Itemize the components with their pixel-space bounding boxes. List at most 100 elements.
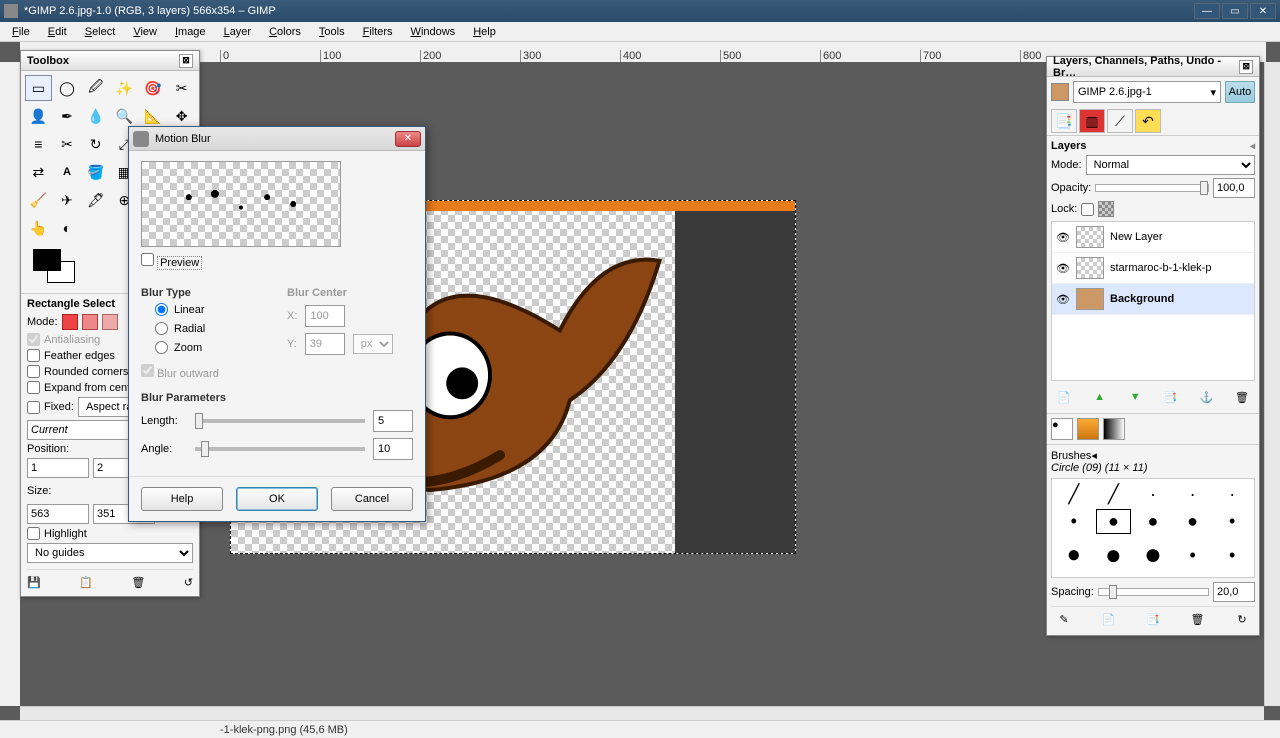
brush-preset-icon[interactable]: ● bbox=[1051, 418, 1073, 440]
foreground-select-tool[interactable]: 👤 bbox=[25, 103, 52, 129]
brushes-menu-icon[interactable]: ◂ bbox=[1091, 450, 1097, 462]
layer-row[interactable]: 👁 Background bbox=[1052, 284, 1254, 315]
maximize-button[interactable]: ▭ bbox=[1222, 3, 1248, 19]
rect-select-tool[interactable]: ▭ bbox=[25, 75, 52, 101]
image-selector[interactable]: GIMP 2.6.jpg-1▾ bbox=[1073, 81, 1221, 103]
ink-tool[interactable]: 🖋 bbox=[82, 187, 109, 213]
lasso-tool[interactable]: 🖉 bbox=[82, 75, 109, 101]
brush-item[interactable]: ╱ bbox=[1056, 483, 1092, 505]
edit-brush-icon[interactable]: ✎ bbox=[1054, 610, 1074, 628]
opacity-slider[interactable] bbox=[1095, 184, 1209, 192]
highlight-checkbox[interactable] bbox=[27, 527, 40, 540]
menu-view[interactable]: View bbox=[125, 24, 165, 40]
color-picker-tool[interactable]: 💧 bbox=[82, 103, 109, 129]
duplicate-layer-icon[interactable]: 📑 bbox=[1161, 388, 1181, 406]
tab-channels[interactable]: ▥ bbox=[1079, 109, 1105, 133]
new-brush-icon[interactable]: 📄 bbox=[1099, 610, 1119, 628]
gradient-preset-icon[interactable] bbox=[1103, 418, 1125, 440]
angle-input[interactable]: 10 bbox=[373, 438, 413, 460]
tab-paths[interactable]: ⟋ bbox=[1107, 109, 1133, 133]
layer-name[interactable]: starmaroc-b-1-klek-p bbox=[1110, 262, 1211, 274]
foreground-color[interactable] bbox=[33, 249, 61, 271]
menu-layer[interactable]: Layer bbox=[216, 24, 260, 40]
menu-file[interactable]: File bbox=[4, 24, 38, 40]
scissors-tool[interactable]: ✂ bbox=[168, 75, 195, 101]
brush-item[interactable]: · bbox=[1135, 483, 1171, 505]
opacity-value[interactable]: 100,0 bbox=[1213, 178, 1255, 198]
auto-button[interactable]: Auto bbox=[1225, 81, 1255, 103]
horizontal-scrollbar[interactable] bbox=[20, 706, 1264, 720]
size-w-input[interactable]: 563 bbox=[27, 504, 89, 524]
new-layer-icon[interactable]: 📄 bbox=[1054, 388, 1074, 406]
anchor-layer-icon[interactable]: ⚓ bbox=[1196, 388, 1216, 406]
menu-edit[interactable]: Edit bbox=[40, 24, 75, 40]
guides-select[interactable]: No guides bbox=[27, 543, 193, 563]
mode-add-icon[interactable] bbox=[82, 314, 98, 330]
mode-replace-icon[interactable] bbox=[62, 314, 78, 330]
fuzzy-select-tool[interactable]: ✨ bbox=[111, 75, 138, 101]
brush-item[interactable]: · bbox=[1214, 483, 1250, 505]
brush-item[interactable]: ● bbox=[1096, 509, 1132, 533]
menu-filters[interactable]: Filters bbox=[355, 24, 401, 40]
reset-options-icon[interactable]: ↺ bbox=[184, 576, 193, 589]
spacing-value[interactable]: 20,0 bbox=[1213, 582, 1255, 602]
zoom-radio-label[interactable]: Zoom bbox=[155, 341, 267, 354]
visibility-icon[interactable]: 👁 bbox=[1056, 293, 1070, 306]
lock-alpha-checkbox[interactable] bbox=[1081, 203, 1094, 216]
lower-layer-icon[interactable]: ▼ bbox=[1125, 388, 1145, 406]
delete-options-icon[interactable]: 🗑 bbox=[131, 576, 145, 589]
brush-item[interactable]: • bbox=[1214, 509, 1250, 533]
brush-item[interactable]: ● bbox=[1096, 538, 1132, 573]
text-tool[interactable]: A bbox=[54, 159, 81, 185]
rotate-tool[interactable]: ↻ bbox=[82, 131, 109, 157]
length-slider[interactable] bbox=[195, 419, 365, 423]
angle-slider[interactable] bbox=[195, 447, 365, 451]
brush-item[interactable]: • bbox=[1175, 538, 1211, 573]
spacing-slider[interactable] bbox=[1098, 588, 1209, 596]
menu-tools[interactable]: Tools bbox=[311, 24, 353, 40]
menu-select[interactable]: Select bbox=[77, 24, 124, 40]
brush-item[interactable]: ● bbox=[1175, 509, 1211, 533]
fixed-checkbox[interactable] bbox=[27, 401, 40, 414]
toolbox-close-icon[interactable]: ⊠ bbox=[179, 54, 193, 68]
layers-menu-icon[interactable]: ◂ bbox=[1250, 141, 1255, 152]
delete-brush-icon[interactable]: 🗑 bbox=[1188, 610, 1208, 628]
ellipse-select-tool[interactable]: ◯ bbox=[54, 75, 81, 101]
flip-tool[interactable]: ⇄ bbox=[25, 159, 52, 185]
menu-image[interactable]: Image bbox=[167, 24, 214, 40]
brush-item[interactable]: • bbox=[1056, 509, 1092, 533]
airbrush-tool[interactable]: ✈ bbox=[54, 187, 81, 213]
smudge-tool[interactable]: 👆 bbox=[25, 215, 52, 241]
close-button[interactable]: ✕ bbox=[1250, 3, 1276, 19]
zoom-radio[interactable] bbox=[155, 341, 168, 354]
crop-tool[interactable]: ✂ bbox=[54, 131, 81, 157]
layer-row[interactable]: 👁 New Layer bbox=[1052, 222, 1254, 253]
brush-item[interactable]: ● bbox=[1056, 538, 1092, 573]
delete-layer-icon[interactable]: 🗑 bbox=[1232, 388, 1252, 406]
color-select-tool[interactable]: 🎯 bbox=[140, 75, 167, 101]
menu-help[interactable]: Help bbox=[465, 24, 504, 40]
layer-row[interactable]: 👁 starmaroc-b-1-klek-p bbox=[1052, 253, 1254, 284]
mode-subtract-icon[interactable] bbox=[102, 314, 118, 330]
visibility-icon[interactable]: 👁 bbox=[1056, 262, 1070, 275]
pos-x-input[interactable]: 1 bbox=[27, 458, 89, 478]
linear-radio[interactable] bbox=[155, 303, 168, 316]
vertical-scrollbar[interactable] bbox=[1264, 62, 1280, 706]
expand-checkbox[interactable] bbox=[27, 381, 40, 394]
cancel-button[interactable]: Cancel bbox=[331, 487, 413, 511]
menu-windows[interactable]: Windows bbox=[403, 24, 464, 40]
refresh-brush-icon[interactable]: ↻ bbox=[1232, 610, 1252, 628]
raise-layer-icon[interactable]: ▲ bbox=[1090, 388, 1110, 406]
brush-item[interactable]: · bbox=[1175, 483, 1211, 505]
pattern-preset-icon[interactable] bbox=[1077, 418, 1099, 440]
eraser-tool[interactable]: 🧹 bbox=[25, 187, 52, 213]
tab-undo[interactable]: ↶ bbox=[1135, 109, 1161, 133]
align-tool[interactable]: ≡ bbox=[25, 131, 52, 157]
preview-checkbox-label[interactable]: Preview bbox=[141, 257, 202, 269]
brush-item[interactable]: • bbox=[1214, 538, 1250, 573]
visibility-icon[interactable]: 👁 bbox=[1056, 231, 1070, 244]
minimize-button[interactable]: — bbox=[1194, 3, 1220, 19]
rightdock-close-icon[interactable]: ⊠ bbox=[1239, 60, 1253, 74]
bucket-fill-tool[interactable]: 🪣 bbox=[82, 159, 109, 185]
help-button[interactable]: Help bbox=[141, 487, 223, 511]
